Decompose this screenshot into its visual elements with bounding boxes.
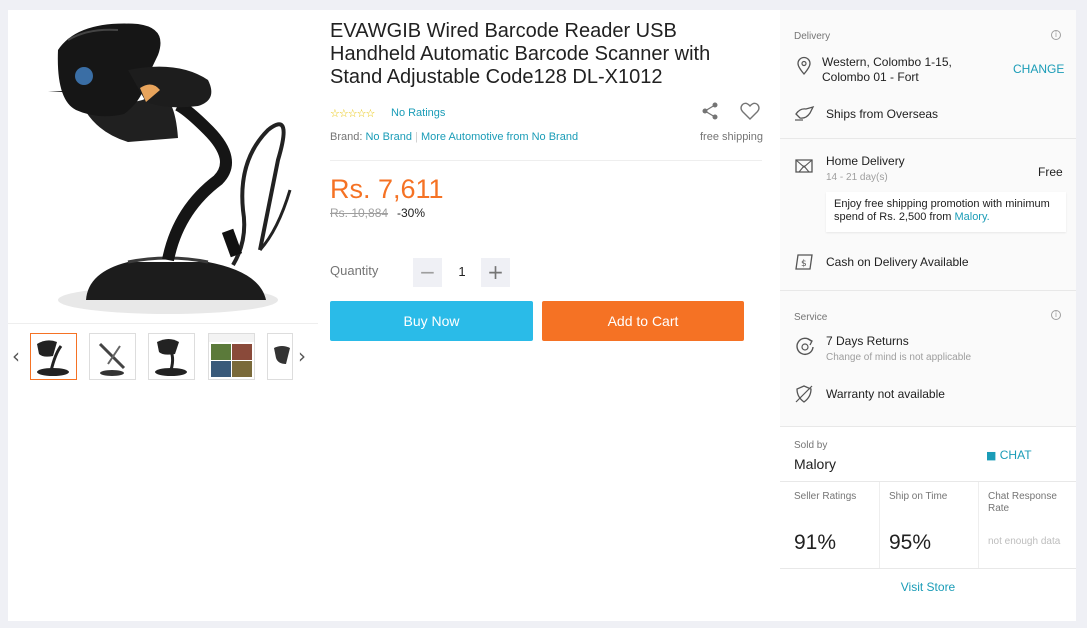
thumbnail-3[interactable] [148,333,195,380]
brand-line: Brand: No Brand | More Automotive from N… [330,131,578,143]
delivery-sidebar: Delivery i Western, Colombo 1-15, Colomb… [780,10,1076,621]
rating-stars-icon: ☆☆☆☆☆ [330,107,375,120]
chat-button[interactable]: ■ CHAT [986,448,1032,462]
chevron-left-icon[interactable]: ‹ [12,344,20,368]
home-delivery-icon [794,156,814,176]
ship-on-time-stat: Ship on Time 95% [880,482,979,568]
chat-label: CHAT [999,448,1032,462]
change-location-button[interactable]: CHANGE [1013,62,1064,76]
seller-box: Sold by Malory ■ CHAT Seller Ratings 91%… [780,426,1076,621]
location-pin-icon [794,56,814,76]
ship-on-time-label: Ship on Time [889,491,948,502]
discount-percent: -30% [397,206,426,220]
promo-text: Enjoy free shipping promotion with minim… [834,198,1050,223]
seller-name-link[interactable]: Malory [794,456,836,472]
free-shipping-text: free shipping [700,131,763,143]
chat-response-stat: Chat Response Rate not enough data [979,482,1076,568]
thumbnail-5[interactable] [267,333,293,380]
free-shipping-promo: Enjoy free shipping promotion with minim… [826,192,1066,232]
svg-text:$: $ [801,259,807,269]
home-delivery-days: 14 - 21 day(s) [826,172,888,183]
ship-on-time-value: 95% [889,531,932,554]
cash-on-delivery-icon: $ [794,252,814,272]
share-icon[interactable] [701,102,719,120]
chat-icon: ■ [986,449,997,462]
chevron-right-icon[interactable]: › [298,344,306,368]
divider [780,568,1076,569]
delivery-location: Western, Colombo 1-15, Colombo 01 - Fort [822,55,992,85]
chat-response-value: not enough data [988,536,1061,547]
location-line-1: Western, Colombo 1-15, [822,55,952,69]
thumbnail-4[interactable] [208,333,255,380]
brand-separator: | [415,131,418,143]
brand-label: Brand: [330,131,363,143]
product-main-image[interactable] [28,10,318,325]
seller-ratings-stat: Seller Ratings 91% [780,482,880,568]
delivery-section-title: Delivery [794,31,831,42]
divider [780,290,1076,291]
divider [780,138,1076,139]
warranty-shield-icon [794,384,814,404]
buy-now-button[interactable]: Buy Now [330,301,533,341]
quantity-value[interactable]: 1 [452,264,472,279]
service-info-icon[interactable]: i [1051,310,1061,320]
thumbnail-1[interactable] [30,333,77,380]
product-card: ‹ › EVAWGIB Wired Barcode Reader USB Han… [8,10,780,621]
chat-response-label: Chat Response Rate [988,491,1057,514]
seller-stats: Seller Ratings 91% Ship on Time 95% Chat… [780,482,1076,568]
wishlist-heart-icon[interactable] [740,102,760,120]
home-delivery-price: Free [1038,165,1063,179]
ships-overseas-icon [794,104,815,124]
cod-text: Cash on Delivery Available [826,255,969,269]
quantity-decrease-button[interactable]: − [413,258,442,287]
more-from-brand-link[interactable]: More Automotive from No Brand [421,131,578,143]
returns-text: 7 Days Returns [826,334,909,348]
service-section-title: Service [794,312,828,323]
seller-ratings-label: Seller Ratings [794,491,857,502]
sold-by-label: Sold by [794,440,828,451]
divider [330,160,762,161]
original-price: Rs. 10,884 [330,206,389,220]
quantity-increase-button[interactable]: + [481,258,510,287]
thumbnail-2[interactable] [89,333,136,380]
returns-icon [794,336,814,356]
promo-seller-link[interactable]: Malory. [954,211,989,223]
warranty-text: Warranty not available [826,387,945,401]
delivery-info-icon[interactable]: i [1051,30,1061,40]
ratings-link[interactable]: No Ratings [391,107,445,119]
add-to-cart-button[interactable]: Add to Cart [542,301,744,341]
brand-link[interactable]: No Brand [365,131,411,143]
thumbnail-strip: ‹ › [8,323,318,387]
returns-subtext: Change of mind is not applicable [826,352,972,363]
ships-from-text: Ships from Overseas [826,107,939,121]
current-price: Rs. 7,611 [330,174,444,204]
quantity-label: Quantity [330,263,379,278]
product-title: EVAWGIB Wired Barcode Reader USB Handhel… [330,20,711,88]
location-line-2: Colombo 01 - Fort [822,70,919,84]
seller-ratings-value: 91% [794,531,837,554]
home-delivery-label: Home Delivery [826,154,905,168]
visit-store-link[interactable]: Visit Store [780,580,1076,594]
